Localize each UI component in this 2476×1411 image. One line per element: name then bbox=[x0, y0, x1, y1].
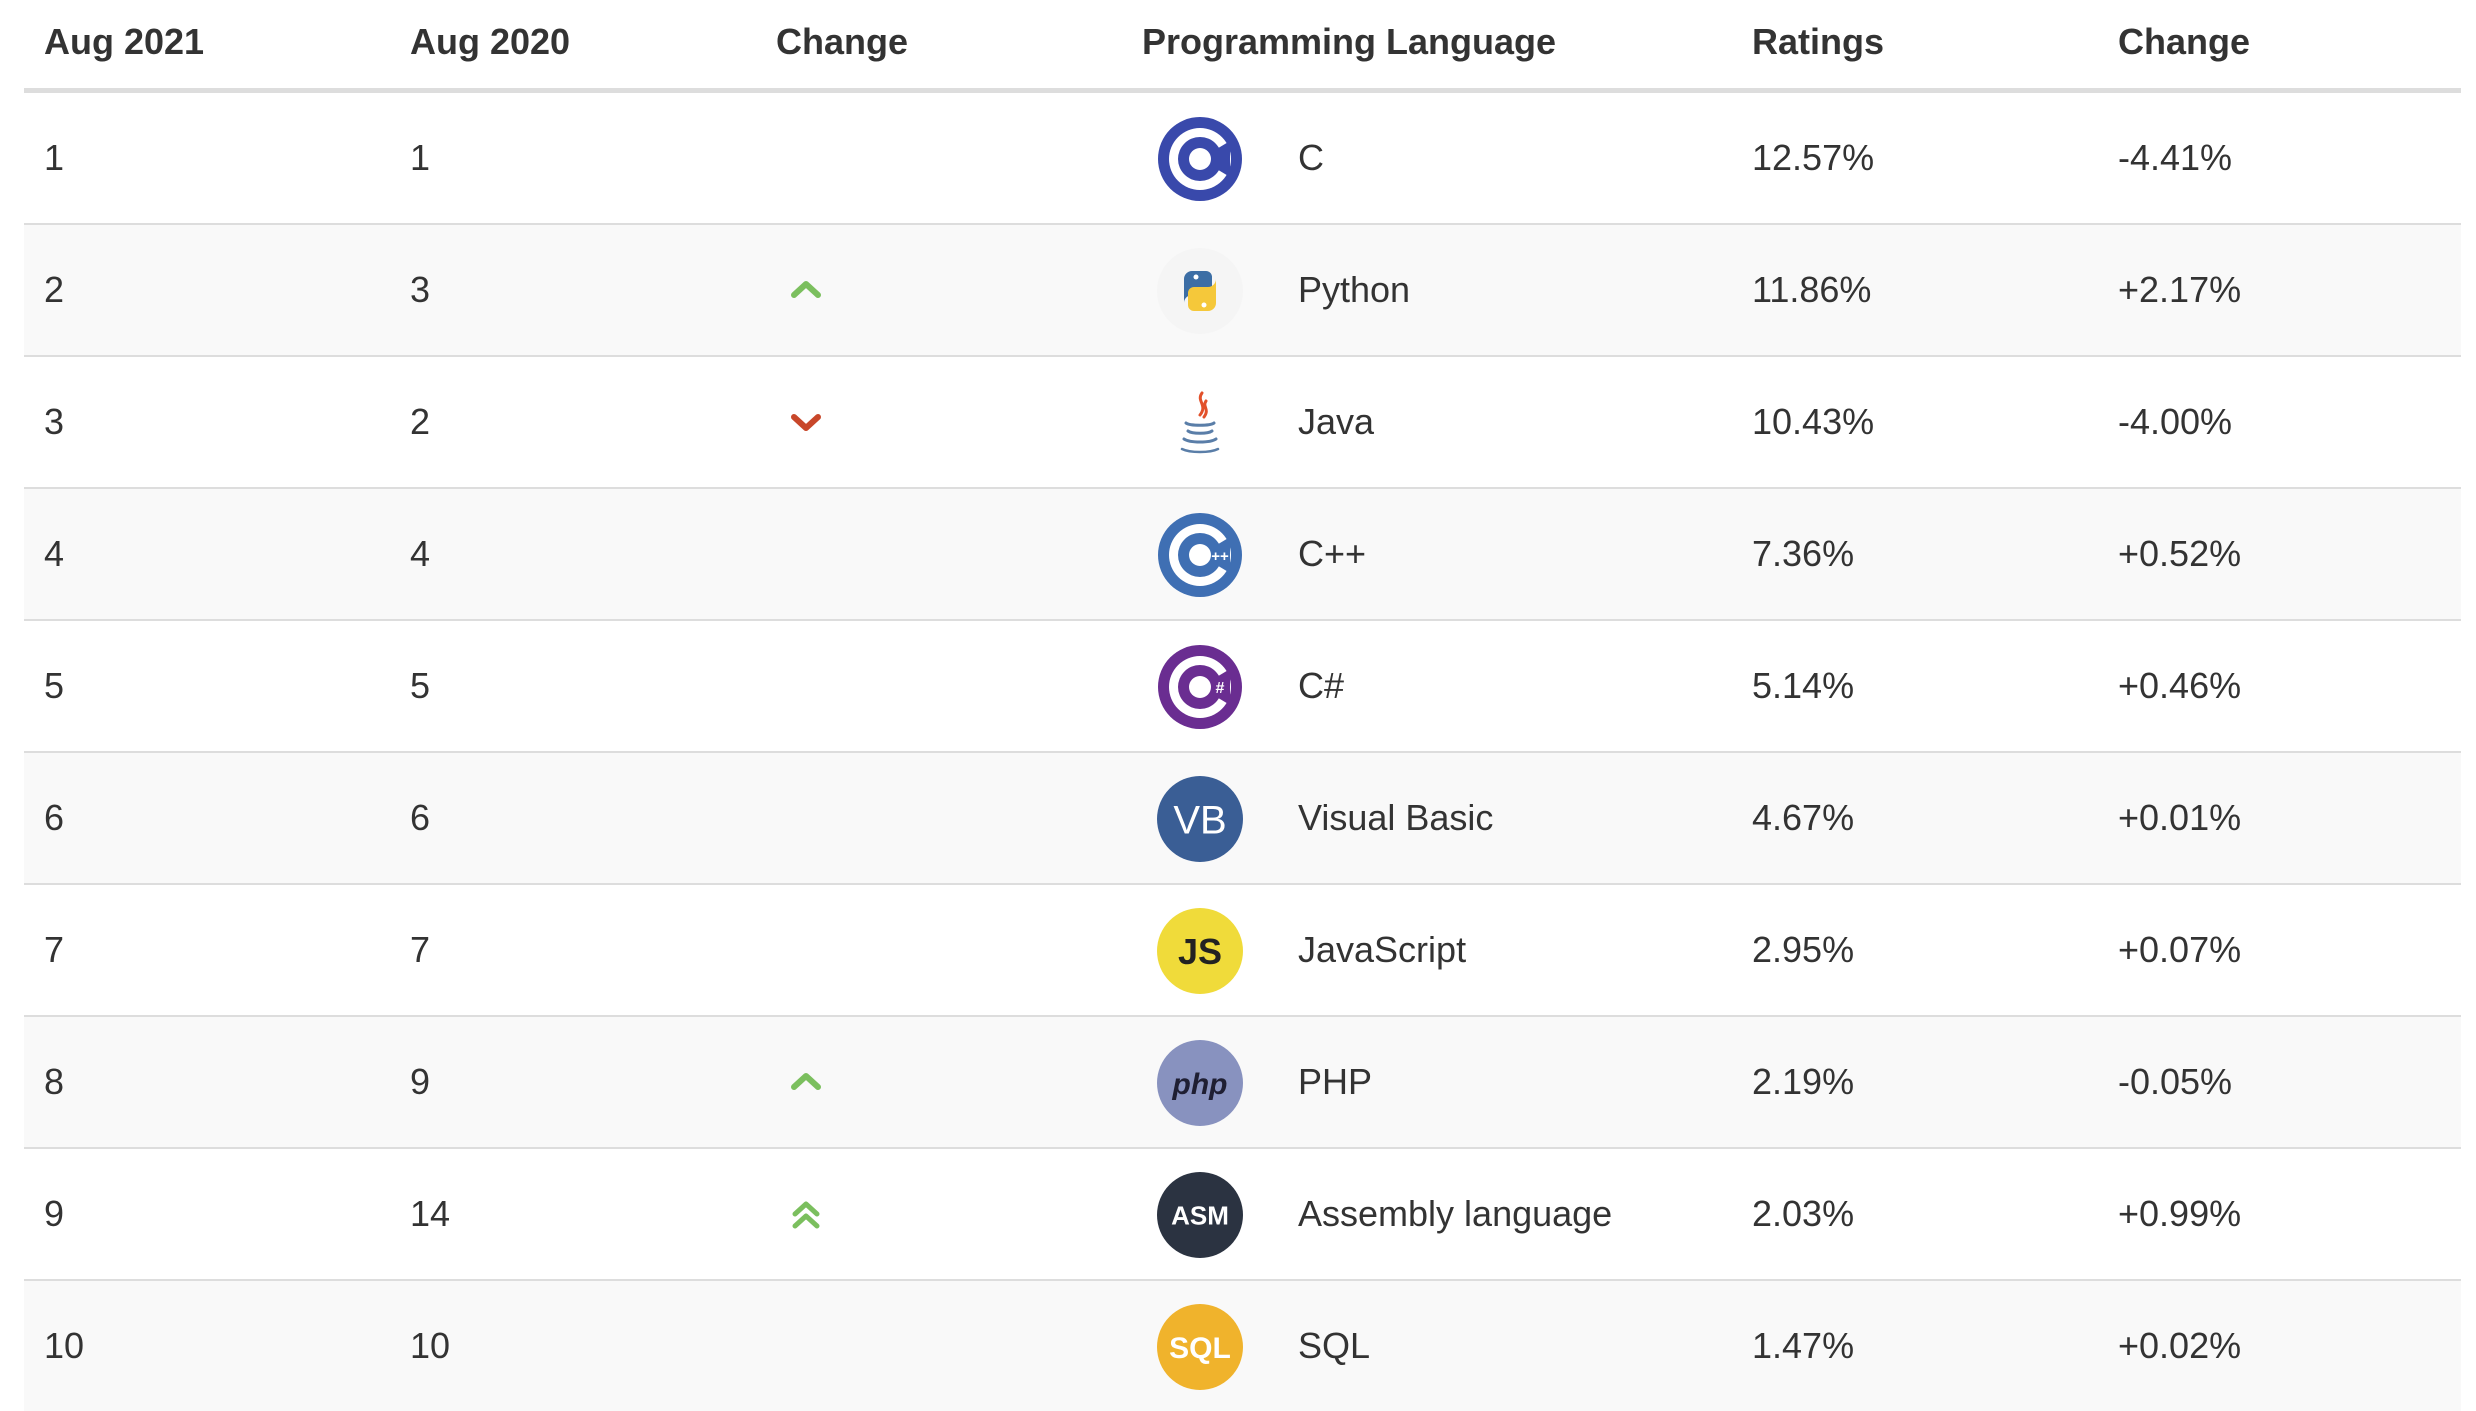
php-logo-icon: php bbox=[1156, 1039, 1244, 1127]
table-row-5: 5 5 # C# 5.14% +0.46% bbox=[24, 619, 2461, 751]
table-row-7: 7 7 JS JavaScript 2.95% +0.07% bbox=[24, 883, 2461, 1015]
rating-value: 12.57% bbox=[1752, 137, 1875, 178]
language-name[interactable]: JavaScript bbox=[1298, 885, 1466, 1015]
language-name[interactable]: SQL bbox=[1298, 1281, 1370, 1411]
svg-text:SQL: SQL bbox=[1169, 1332, 1231, 1365]
table-row-2: 2 3 Python 11.86% +2.17% bbox=[24, 223, 2461, 355]
csharp-logo-icon: # bbox=[1156, 643, 1244, 731]
svg-text:ASM: ASM bbox=[1171, 1200, 1229, 1230]
rank-current: 2 bbox=[44, 269, 65, 310]
rating-value: 2.95% bbox=[1752, 929, 1855, 970]
python-logo-icon bbox=[1156, 247, 1244, 335]
chevron-up-icon bbox=[781, 1057, 831, 1107]
header-change-rating[interactable]: Change bbox=[2118, 0, 2250, 88]
language-name[interactable]: Python bbox=[1298, 225, 1410, 355]
rating-value: 2.03% bbox=[1752, 1193, 1855, 1234]
table-row-1: 1 1 C 12.57% -4.41% bbox=[24, 93, 2461, 223]
svg-text:VB: VB bbox=[1173, 798, 1226, 842]
rating-value: 7.36% bbox=[1752, 533, 1855, 574]
header-aug-2020[interactable]: Aug 2020 bbox=[410, 0, 570, 88]
rating-change: +0.99% bbox=[2118, 1193, 2242, 1234]
table-row-4: 4 4 ++ C++ 7.36% +0.52% bbox=[24, 487, 2461, 619]
table-row-8: 8 9 php PHP 2.19% -0.05% bbox=[24, 1015, 2461, 1147]
double-chevron-up-icon bbox=[781, 1189, 831, 1239]
rank-current: 6 bbox=[44, 797, 65, 838]
rank-previous: 6 bbox=[410, 797, 431, 838]
rank-previous: 7 bbox=[410, 929, 431, 970]
language-name[interactable]: PHP bbox=[1298, 1017, 1372, 1147]
rank-previous: 10 bbox=[410, 1325, 451, 1366]
rating-value: 1.47% bbox=[1752, 1325, 1855, 1366]
rank-previous: 1 bbox=[410, 137, 431, 178]
table-body: 1 1 C 12.57% -4.41% 2 3 Python 11.86% +2… bbox=[24, 93, 2461, 1411]
rating-change: +0.02% bbox=[2118, 1325, 2242, 1366]
header-change-rank[interactable]: Change bbox=[776, 0, 908, 88]
svg-text:JS: JS bbox=[1178, 931, 1222, 972]
table-row-9: 9 14 ASM Assembly language 2.03% +0.99% bbox=[24, 1147, 2461, 1279]
chevron-up-icon bbox=[781, 265, 831, 315]
rank-current: 9 bbox=[44, 1193, 65, 1234]
ranking-table: Aug 2021 Aug 2020 Change Programming Lan… bbox=[24, 0, 2461, 1411]
rank-current: 5 bbox=[44, 665, 65, 706]
rating-change: -0.05% bbox=[2118, 1061, 2233, 1102]
svg-text:php: php bbox=[1172, 1068, 1228, 1101]
rating-change: +0.52% bbox=[2118, 533, 2242, 574]
java-logo-icon bbox=[1156, 379, 1244, 467]
header-aug-2021[interactable]: Aug 2021 bbox=[44, 0, 204, 88]
language-name[interactable]: C bbox=[1298, 93, 1324, 223]
svg-text:++: ++ bbox=[1211, 548, 1229, 565]
rating-change: +2.17% bbox=[2118, 269, 2242, 310]
svg-text:#: # bbox=[1216, 680, 1225, 697]
cpp-logo-icon: ++ bbox=[1156, 511, 1244, 599]
rank-current: 1 bbox=[44, 137, 65, 178]
rating-change: +0.07% bbox=[2118, 929, 2242, 970]
table-row-10: 10 10 SQL SQL 1.47% +0.02% bbox=[24, 1279, 2461, 1411]
rank-previous: 5 bbox=[410, 665, 431, 706]
rank-previous: 9 bbox=[410, 1061, 431, 1102]
sql-logo-icon: SQL bbox=[1156, 1303, 1244, 1391]
rank-previous: 14 bbox=[410, 1193, 451, 1234]
rating-value: 4.67% bbox=[1752, 797, 1855, 838]
table-header: Aug 2021 Aug 2020 Change Programming Lan… bbox=[24, 0, 2461, 93]
table-row-3: 3 2 Java 10.43% -4.00% bbox=[24, 355, 2461, 487]
vb-logo-icon: VB bbox=[1156, 775, 1244, 863]
language-name[interactable]: Visual Basic bbox=[1298, 753, 1493, 883]
rank-current: 3 bbox=[44, 401, 65, 442]
rating-value: 2.19% bbox=[1752, 1061, 1855, 1102]
language-name[interactable]: C# bbox=[1298, 621, 1344, 751]
language-name[interactable]: Assembly language bbox=[1298, 1149, 1612, 1279]
rank-current: 4 bbox=[44, 533, 65, 574]
c-logo-icon bbox=[1156, 115, 1244, 203]
rank-previous: 4 bbox=[410, 533, 431, 574]
rating-change: -4.41% bbox=[2118, 137, 2233, 178]
rating-change: -4.00% bbox=[2118, 401, 2233, 442]
table-row-6: 6 6 VB Visual Basic 4.67% +0.01% bbox=[24, 751, 2461, 883]
rank-current: 10 bbox=[44, 1325, 85, 1366]
rank-current: 7 bbox=[44, 929, 65, 970]
rank-previous: 3 bbox=[410, 269, 431, 310]
language-name[interactable]: Java bbox=[1298, 357, 1374, 487]
javascript-logo-icon: JS bbox=[1156, 907, 1244, 995]
header-ratings[interactable]: Ratings bbox=[1752, 0, 1884, 88]
language-name[interactable]: C++ bbox=[1298, 489, 1366, 619]
header-programming-language[interactable]: Programming Language bbox=[1142, 0, 1556, 88]
assembly-logo-icon: ASM bbox=[1156, 1171, 1244, 1259]
rating-value: 5.14% bbox=[1752, 665, 1855, 706]
rank-previous: 2 bbox=[410, 401, 431, 442]
rating-change: +0.46% bbox=[2118, 665, 2242, 706]
rating-change: +0.01% bbox=[2118, 797, 2242, 838]
rating-value: 10.43% bbox=[1752, 401, 1875, 442]
chevron-down-icon bbox=[781, 397, 831, 447]
rating-value: 11.86% bbox=[1752, 269, 1872, 310]
rank-current: 8 bbox=[44, 1061, 65, 1102]
